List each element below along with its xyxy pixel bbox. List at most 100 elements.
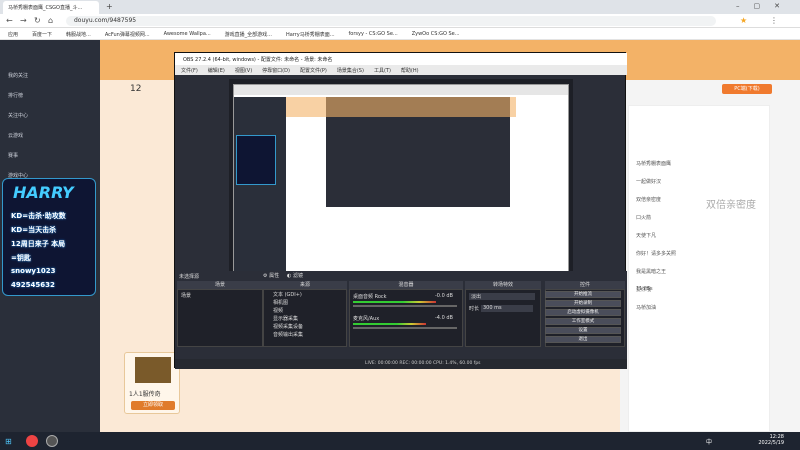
bookmark-item[interactable]: 百度一下: [32, 31, 52, 38]
obs-status-bar: LIVE: 00:00:00 REC: 00:00:00 CPU: 1.4%, …: [175, 359, 627, 369]
overlay-line: snowy1023: [11, 267, 56, 275]
obs-menu-item[interactable]: 视图(V): [235, 67, 252, 74]
scene-item[interactable]: 场景: [181, 292, 191, 299]
home-icon[interactable]: ⌂: [48, 16, 53, 25]
mixer-volume-slider[interactable]: [353, 327, 457, 329]
filters-button[interactable]: ◐ 滤镜: [287, 272, 303, 279]
no-source-label: 未选择源: [179, 274, 200, 280]
obs-menu-item[interactable]: 工具(T): [374, 67, 391, 74]
gift-card[interactable]: 1人1服传奇 立即领取: [124, 352, 180, 414]
back-icon[interactable]: ←: [6, 16, 13, 25]
control-button-4[interactable]: 设置: [545, 327, 621, 334]
gift-button[interactable]: 立即领取: [131, 401, 175, 410]
transition-duration[interactable]: 300 ms: [481, 305, 533, 312]
browser-tab-strip: 马桥秀棚表面鹰_CSGO直播_斗... + –▢✕: [0, 0, 800, 14]
overlay-line: KD=当天击杀: [11, 226, 57, 234]
dock-title: 转场特效: [465, 281, 541, 289]
bookmark-item[interactable]: 游戏直播_全部游戏...: [225, 31, 272, 38]
chat-row: 天使下凡: [636, 233, 657, 239]
dock-title: 来源: [263, 281, 347, 289]
mixer-volume-slider[interactable]: [353, 305, 457, 307]
forward-icon[interactable]: →: [20, 16, 27, 25]
obs-titlebar: OBS 27.2.4 (64-bit, windows) - 配置文件: 未命名…: [175, 53, 627, 65]
chat-count: 11 F5s: [636, 286, 653, 292]
system-clock[interactable]: 12:28 2022/5/19: [758, 434, 784, 446]
source-item[interactable]: 相机图: [273, 299, 288, 306]
browser-tab[interactable]: 马桥秀棚表面鹰_CSGO直播_斗...: [3, 1, 99, 14]
dock-title: 场景: [177, 281, 263, 289]
source-item[interactable]: 显示器采集: [273, 315, 298, 322]
left-nav-item[interactable]: 排行榜: [8, 92, 23, 99]
chat-row: 口火箭: [636, 215, 652, 221]
dock-title: 混音器: [349, 281, 463, 289]
chat-row: 双倍亲密度: [636, 197, 662, 203]
bookmark-item[interactable]: ZywOo CS:GO Se...: [412, 31, 460, 37]
capture-overlay: [236, 135, 276, 185]
obs-menu-item[interactable]: 停靠窗口(D): [262, 67, 290, 74]
left-nav-item[interactable]: 我的关注: [8, 72, 28, 79]
left-nav-item[interactable]: 云游戏: [8, 132, 23, 139]
source-item[interactable]: 视频: [273, 307, 283, 314]
obs-taskbar-icon[interactable]: [46, 435, 58, 447]
bookmarks-bar: 应用 百度一下 韩服战地... AcFun弹幕视频网... Awesome Wallpa…: [0, 28, 800, 40]
bookmark-item[interactable]: Harry马桥秀棚表面...: [286, 31, 335, 38]
bookmark-item[interactable]: AcFun弹幕视频网...: [105, 31, 150, 38]
chat-row: 马桥加油: [636, 305, 657, 311]
control-button-2[interactable]: 启动虚拟摄像机: [545, 309, 621, 316]
properties-label: 属性: [269, 273, 280, 279]
stream-overlay-card: HARRY KD=击杀·助攻数 KD=当天击杀 12周日来子 本局 =钥匙 snowy1…: [2, 178, 96, 296]
control-button-3[interactable]: 工作室模式: [545, 318, 621, 325]
source-item[interactable]: 文本 (GDI+): [273, 291, 302, 298]
mixer-db: -0.0 dB: [435, 293, 453, 299]
bookmark-item[interactable]: 应用: [8, 31, 18, 38]
clock-date: 2022/5/19: [758, 440, 784, 446]
gift-image: [135, 357, 171, 383]
input-lang[interactable]: 中: [706, 437, 712, 446]
chat-row: 你好！请多多关照: [636, 251, 677, 257]
bookmark-star-icon[interactable]: ★: [740, 16, 747, 25]
left-nav-item[interactable]: 赛事: [8, 152, 18, 159]
source-item[interactable]: 音频输出采集: [273, 331, 303, 338]
capture-chrome: [234, 85, 568, 95]
windows-taskbar: ⊞ 中 12:28 2022/5/19: [0, 432, 800, 450]
mixer-track-name: 桌面音频 Rock: [353, 294, 387, 300]
menu-icon[interactable]: ⋮: [770, 16, 778, 25]
source-item[interactable]: 视频采集设备: [273, 323, 303, 330]
pc-download-button[interactable]: PC端(下载): [722, 84, 772, 94]
control-button-0[interactable]: 开始推流: [545, 291, 621, 298]
overlay-line: KD=击杀·助攻数: [11, 212, 66, 220]
left-nav-item[interactable]: 关注中心: [8, 112, 28, 119]
control-button-5[interactable]: 退出: [545, 336, 621, 343]
chrome-taskbar-icon[interactable]: [26, 435, 38, 447]
chat-row: 我是黑暗之王: [636, 269, 667, 275]
obs-menu-item[interactable]: 帮助(H): [401, 67, 419, 74]
reload-icon[interactable]: ↻: [34, 16, 41, 25]
overlay-line: 12周日来子 本局: [11, 240, 66, 248]
control-button-1[interactable]: 开始录制: [545, 300, 621, 307]
mixer-meter: [353, 301, 436, 303]
bookmark-item[interactable]: 韩服战地...: [66, 31, 91, 38]
dock-title: 控件: [545, 281, 625, 289]
new-tab-button[interactable]: +: [106, 2, 113, 11]
transition-select[interactable]: 淡出: [469, 293, 535, 300]
obs-menu-item[interactable]: 文件(F): [181, 67, 198, 74]
obs-preview[interactable]: [229, 79, 573, 299]
overlay-line: =钥匙: [11, 254, 31, 262]
chat-row: 马桥秀棚表面鹰: [636, 161, 672, 167]
obs-menu-item[interactable]: 编辑(E): [208, 67, 225, 74]
windows-start-icon[interactable]: ⊞: [5, 437, 12, 446]
gift-title: 1人1服传奇: [129, 391, 161, 398]
address-bar[interactable]: douyu.com/9487595: [66, 16, 716, 26]
obs-menu-item[interactable]: 配置文件(P): [300, 67, 327, 74]
properties-button[interactable]: ⚙ 属性: [263, 272, 279, 279]
stream-count: 12: [130, 84, 142, 94]
preview-screen-capture: [233, 84, 569, 293]
transition-duration-label: 时长: [469, 306, 480, 312]
overlay-text: 双倍亲密度: [706, 200, 756, 211]
source-toolbar: 未选择源 ⚙ 属性 ◐ 滤镜: [175, 271, 627, 280]
bookmark-item[interactable]: forsyy - CS:GO Se...: [349, 31, 398, 37]
bookmark-item[interactable]: Awesome Wallpa...: [164, 31, 211, 37]
window-controls[interactable]: –▢✕: [736, 2, 794, 10]
obs-menu-item[interactable]: 场景集合(S): [337, 67, 364, 74]
overlay-logo: HARRY: [13, 183, 74, 202]
